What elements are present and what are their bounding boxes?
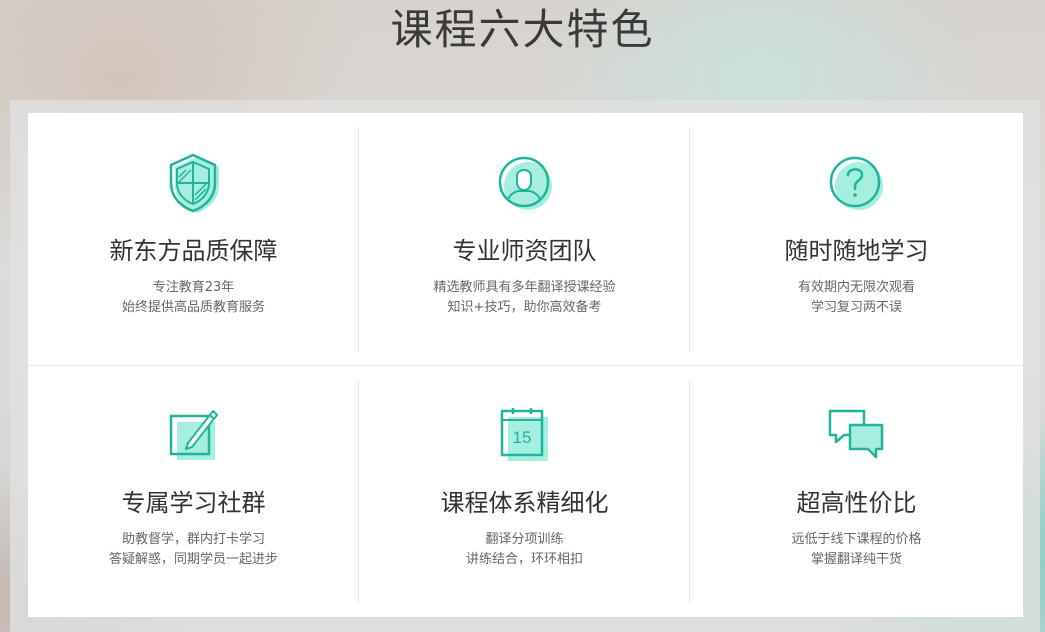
chat-bubbles-icon <box>828 405 886 467</box>
feature-description: 远低于线下课程的价格 掌握翻译纯干货 <box>690 530 1023 570</box>
teacher-avatar-icon <box>497 153 555 215</box>
feature-quality: 新东方品质保障 专注教育23年 始终提供高品质教育服务 <box>28 113 359 365</box>
feature-title: 专业师资团队 <box>452 237 597 265</box>
feature-description: 专注教育23年 始终提供高品质教育服务 <box>28 278 359 318</box>
calendar-day: 15 <box>513 428 532 447</box>
feature-description: 翻译分项训练 讲练结合，环环相扣 <box>359 530 690 570</box>
features-card: 新东方品质保障 专注教育23年 始终提供高品质教育服务 专业师资团队 精选教师具… <box>28 113 1023 617</box>
feature-description: 精选教师具有多年翻译授课经验 知识+技巧，助你高效备考 <box>359 278 690 318</box>
feature-desc-line: 答疑解惑，同期学员一起进步 <box>108 552 278 567</box>
feature-title: 随时随地学习 <box>784 237 929 265</box>
feature-description: 有效期内无限次观看 学习复习两不误 <box>690 278 1023 318</box>
feature-description: 助教督学，群内打卡学习 答疑解惑，同期学员一起进步 <box>28 530 359 570</box>
feature-desc-line: 专注教育23年 <box>152 280 235 295</box>
feature-desc-line: 学习复习两不误 <box>810 300 902 315</box>
feature-community: 专属学习社群 助教督学，群内打卡学习 答疑解惑，同期学员一起进步 <box>28 365 359 617</box>
feature-anytime: 随时随地学习 有效期内无限次观看 学习复习两不误 <box>690 113 1023 365</box>
calendar-icon: 15 <box>497 405 555 467</box>
page-title: 课程六大特色 <box>390 5 655 54</box>
feature-title: 课程体系精细化 <box>440 489 609 517</box>
feature-desc-line: 助教督学，群内打卡学习 <box>121 532 265 547</box>
shield-icon <box>166 153 224 215</box>
feature-title: 专属学习社群 <box>121 489 266 517</box>
feature-desc-line: 有效期内无限次观看 <box>797 280 915 295</box>
feature-teachers: 专业师资团队 精选教师具有多年翻译授课经验 知识+技巧，助你高效备考 <box>359 113 690 365</box>
feature-desc-line: 知识+技巧，助你高效备考 <box>447 300 602 315</box>
feature-desc-line: 讲练结合，环环相扣 <box>465 552 583 567</box>
feature-curriculum: 15 课程体系精细化 翻译分项训练 讲练结合，环环相扣 <box>359 365 690 617</box>
feature-title: 超高性价比 <box>796 489 917 517</box>
feature-value: 超高性价比 远低于线下课程的价格 掌握翻译纯干货 <box>690 365 1023 617</box>
feature-desc-line: 远低于线下课程的价格 <box>791 532 922 547</box>
feature-desc-line: 翻译分项训练 <box>485 532 564 547</box>
edit-note-icon <box>166 405 224 467</box>
question-icon <box>828 153 886 215</box>
feature-desc-line: 始终提供高品质教育服务 <box>121 300 265 315</box>
feature-desc-line: 掌握翻译纯干货 <box>810 552 902 567</box>
feature-desc-line: 精选教师具有多年翻译授课经验 <box>433 280 616 295</box>
feature-title: 新东方品质保障 <box>109 237 278 265</box>
